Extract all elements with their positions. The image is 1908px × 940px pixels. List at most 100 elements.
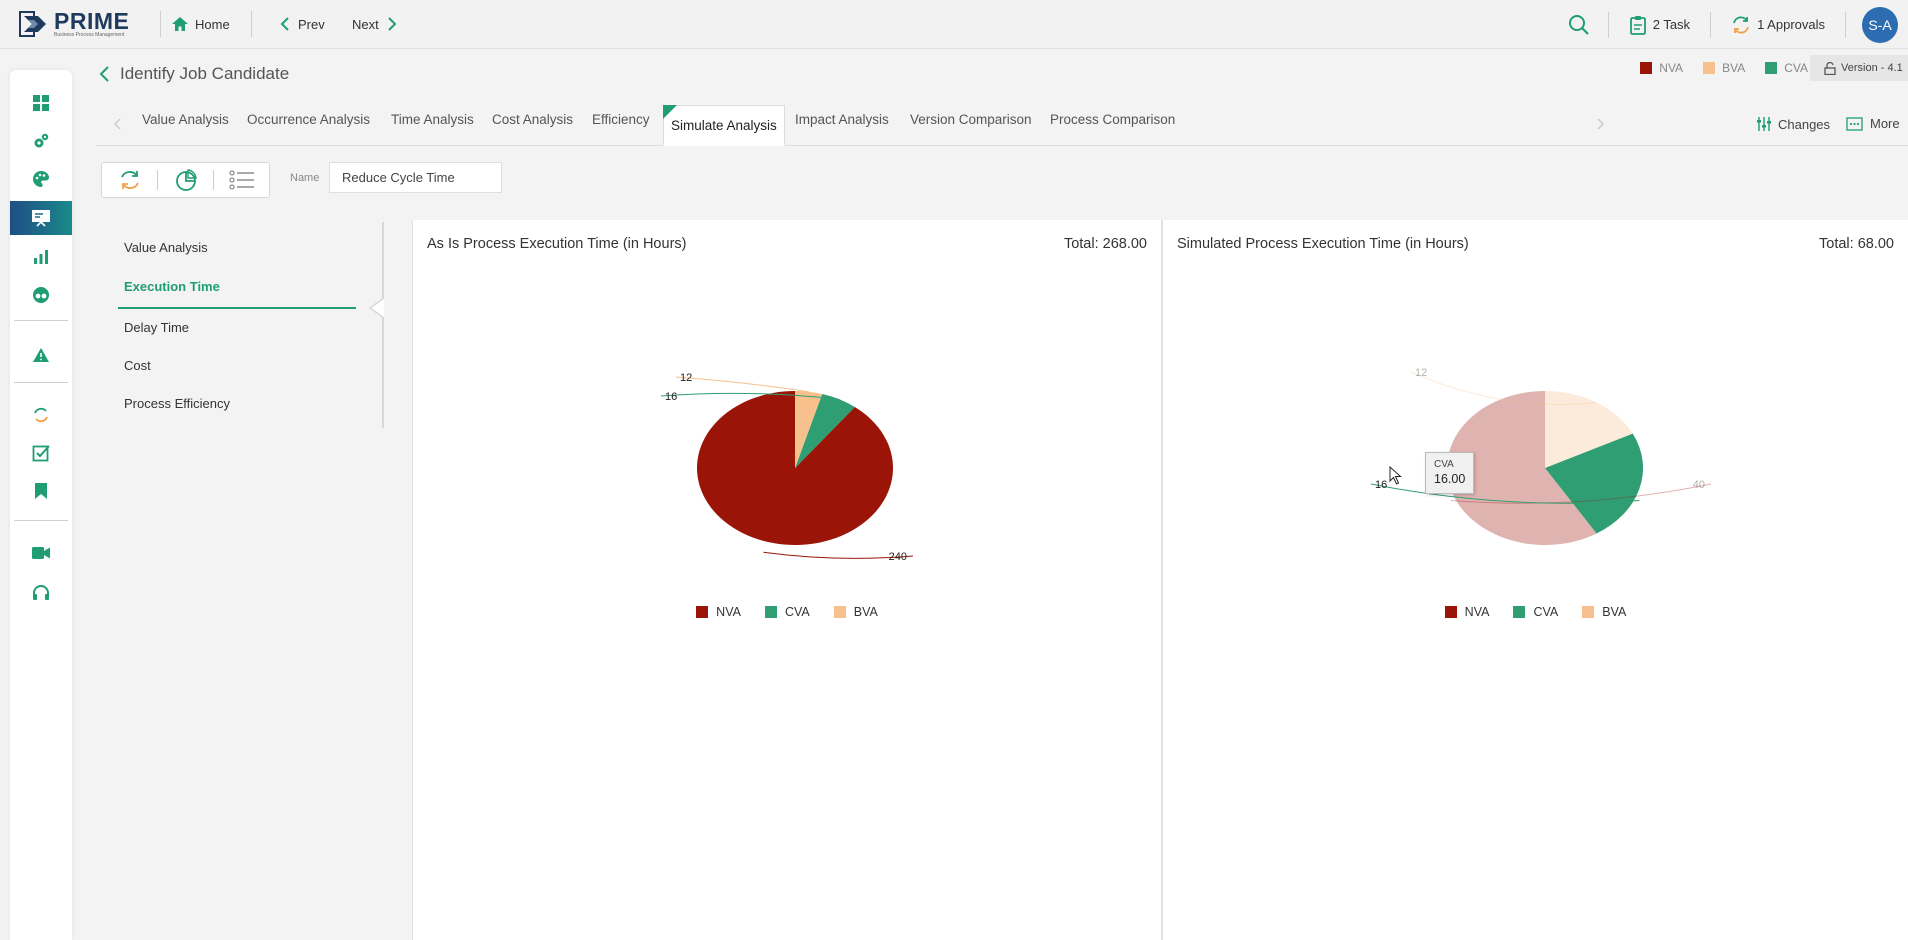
menu-item-cost[interactable]: Cost (124, 358, 151, 373)
legend-label: CVA (1784, 61, 1808, 75)
chevron-left-icon (280, 17, 289, 31)
pie-view-button[interactable] (158, 162, 213, 198)
top-bar: PRIME Business Process Management Home P… (0, 0, 1908, 49)
legend-label: NVA (1659, 61, 1684, 75)
sidebar-divider (14, 320, 68, 321)
simulated-chart-panel: Simulated Process Execution Time (in Hou… (1162, 220, 1908, 940)
legend-item-cva: CVA (1765, 61, 1808, 75)
tabs-scroll-left-icon[interactable] (114, 118, 122, 130)
sidebar-palette[interactable] (10, 162, 72, 196)
menu-item-delay-time[interactable]: Delay Time (124, 320, 189, 335)
scenario-name-input[interactable] (329, 162, 502, 193)
pie-data-label: 16 (1375, 479, 1387, 491)
menu-pointer-icon (368, 298, 384, 318)
divider (1710, 11, 1712, 38)
search-icon[interactable] (1568, 14, 1590, 36)
sidebar-support[interactable] (10, 576, 72, 610)
pie-leader-line (675, 376, 809, 393)
tab-process-comparison[interactable]: Process Comparison (1050, 112, 1175, 127)
tab-simulate-analysis[interactable]: Simulate Analysis (663, 105, 785, 146)
refresh-icon (1733, 16, 1749, 33)
tasks-button[interactable]: 2 Task (1629, 15, 1690, 35)
headset-icon (33, 585, 49, 600)
sidebar-insights[interactable] (10, 278, 72, 312)
chart-title: As Is Process Execution Time (in Hours) (427, 236, 687, 252)
next-button[interactable]: Next (352, 16, 397, 32)
chart-legend-item-cva[interactable]: CVA (1513, 605, 1558, 619)
user-avatar[interactable]: S-A (1862, 6, 1898, 43)
refresh-button[interactable] (102, 162, 157, 198)
prime-logo-icon (19, 11, 46, 37)
page-title: Identify Job Candidate (120, 64, 290, 83)
sidebar-alerts[interactable] (10, 338, 72, 372)
tab-impact-analysis[interactable]: Impact Analysis (795, 112, 889, 127)
menu-item-execution-time[interactable]: Execution Time (124, 279, 220, 294)
app-logo[interactable]: PRIME Business Process Management (18, 8, 156, 40)
approvals-button[interactable]: 1 Approvals (1731, 15, 1825, 35)
as-is-chart-panel: As Is Process Execution Time (in Hours) … (412, 220, 1162, 940)
more-button[interactable]: More (1846, 116, 1900, 131)
home-icon (172, 17, 188, 31)
legend-label: BVA (1722, 61, 1746, 75)
sidebar-sync[interactable] (10, 398, 72, 432)
changes-button[interactable]: Changes (1756, 116, 1830, 132)
legend-swatch (764, 606, 777, 618)
divider (1607, 11, 1609, 38)
chart-legend-item-cva[interactable]: CVA (764, 605, 810, 619)
changes-label: Changes (1778, 116, 1831, 132)
list-icon (228, 170, 254, 190)
pie-data-label: 12 (680, 372, 692, 384)
unlock-icon (1824, 61, 1836, 75)
prev-label: Prev (298, 16, 325, 32)
sliders-icon (1757, 117, 1771, 131)
tab-cost-analysis[interactable]: Cost Analysis (492, 112, 573, 127)
tabs-scroll-right-icon[interactable] (1596, 118, 1604, 130)
sidebar-presentation[interactable] (10, 201, 72, 235)
mouse-cursor-icon (1389, 466, 1402, 485)
tab-occurrence-analysis[interactable]: Occurrence Analysis (247, 112, 370, 127)
value-legend: NVA BVA CVA (1620, 61, 1808, 75)
gears-icon (34, 133, 49, 148)
tab-value-analysis[interactable]: Value Analysis (142, 112, 229, 127)
breadcrumb: Identify Job Candidate (98, 64, 289, 84)
legend-swatch (1444, 606, 1457, 618)
more-icon (1846, 116, 1863, 131)
active-menu-indicator (118, 307, 356, 309)
chart-legend: NVA CVA BVA (1163, 605, 1908, 619)
legend-item-nva: NVA (1640, 61, 1683, 75)
chart-legend-item-nva[interactable]: NVA (1444, 605, 1489, 619)
tasks-label: 2 Task (1652, 17, 1691, 32)
legend-swatch (1640, 62, 1653, 74)
home-button[interactable]: Home (171, 16, 251, 32)
sidebar-tasks[interactable] (10, 436, 72, 470)
analysis-tabs: Value Analysis Occurrence Analysis Time … (96, 105, 1908, 146)
sidebar-bookmarks[interactable] (10, 474, 72, 508)
list-view-button[interactable] (214, 162, 269, 198)
legend-swatch (1765, 62, 1778, 74)
sidebar-dashboard[interactable] (10, 86, 72, 120)
chart-legend: NVA CVA BVA (413, 605, 1161, 619)
sidebar (10, 70, 72, 940)
tab-version-comparison[interactable]: Version Comparison (910, 112, 1032, 127)
legend-swatch (1513, 606, 1526, 618)
chart-legend-item-bva[interactable]: BVA (833, 605, 878, 619)
sidebar-reports[interactable] (10, 240, 72, 274)
menu-item-value-analysis[interactable]: Value Analysis (124, 240, 208, 255)
chart-legend-item-nva[interactable]: NVA (696, 605, 741, 619)
sidebar-settings[interactable] (10, 124, 72, 158)
tab-time-analysis[interactable]: Time Analysis (391, 112, 474, 127)
as-is-pie-chart: 240 1612 (660, 372, 914, 563)
sidebar-video[interactable] (10, 536, 72, 570)
goggles-icon (33, 287, 49, 303)
chart-legend-item-bva[interactable]: BVA (1582, 605, 1626, 619)
menu-item-process-efficiency[interactable]: Process Efficiency (124, 396, 230, 411)
legend-label: CVA (1533, 605, 1559, 619)
video-camera-icon (32, 547, 50, 559)
presentation-icon (32, 210, 50, 227)
chevron-right-icon (388, 17, 397, 31)
version-selector[interactable]: Version - 4.1 (1810, 55, 1908, 81)
back-arrow-icon[interactable] (98, 65, 110, 83)
divider (1845, 11, 1846, 38)
prev-button[interactable]: Prev (280, 16, 352, 32)
tab-efficiency[interactable]: Efficiency (592, 112, 650, 127)
